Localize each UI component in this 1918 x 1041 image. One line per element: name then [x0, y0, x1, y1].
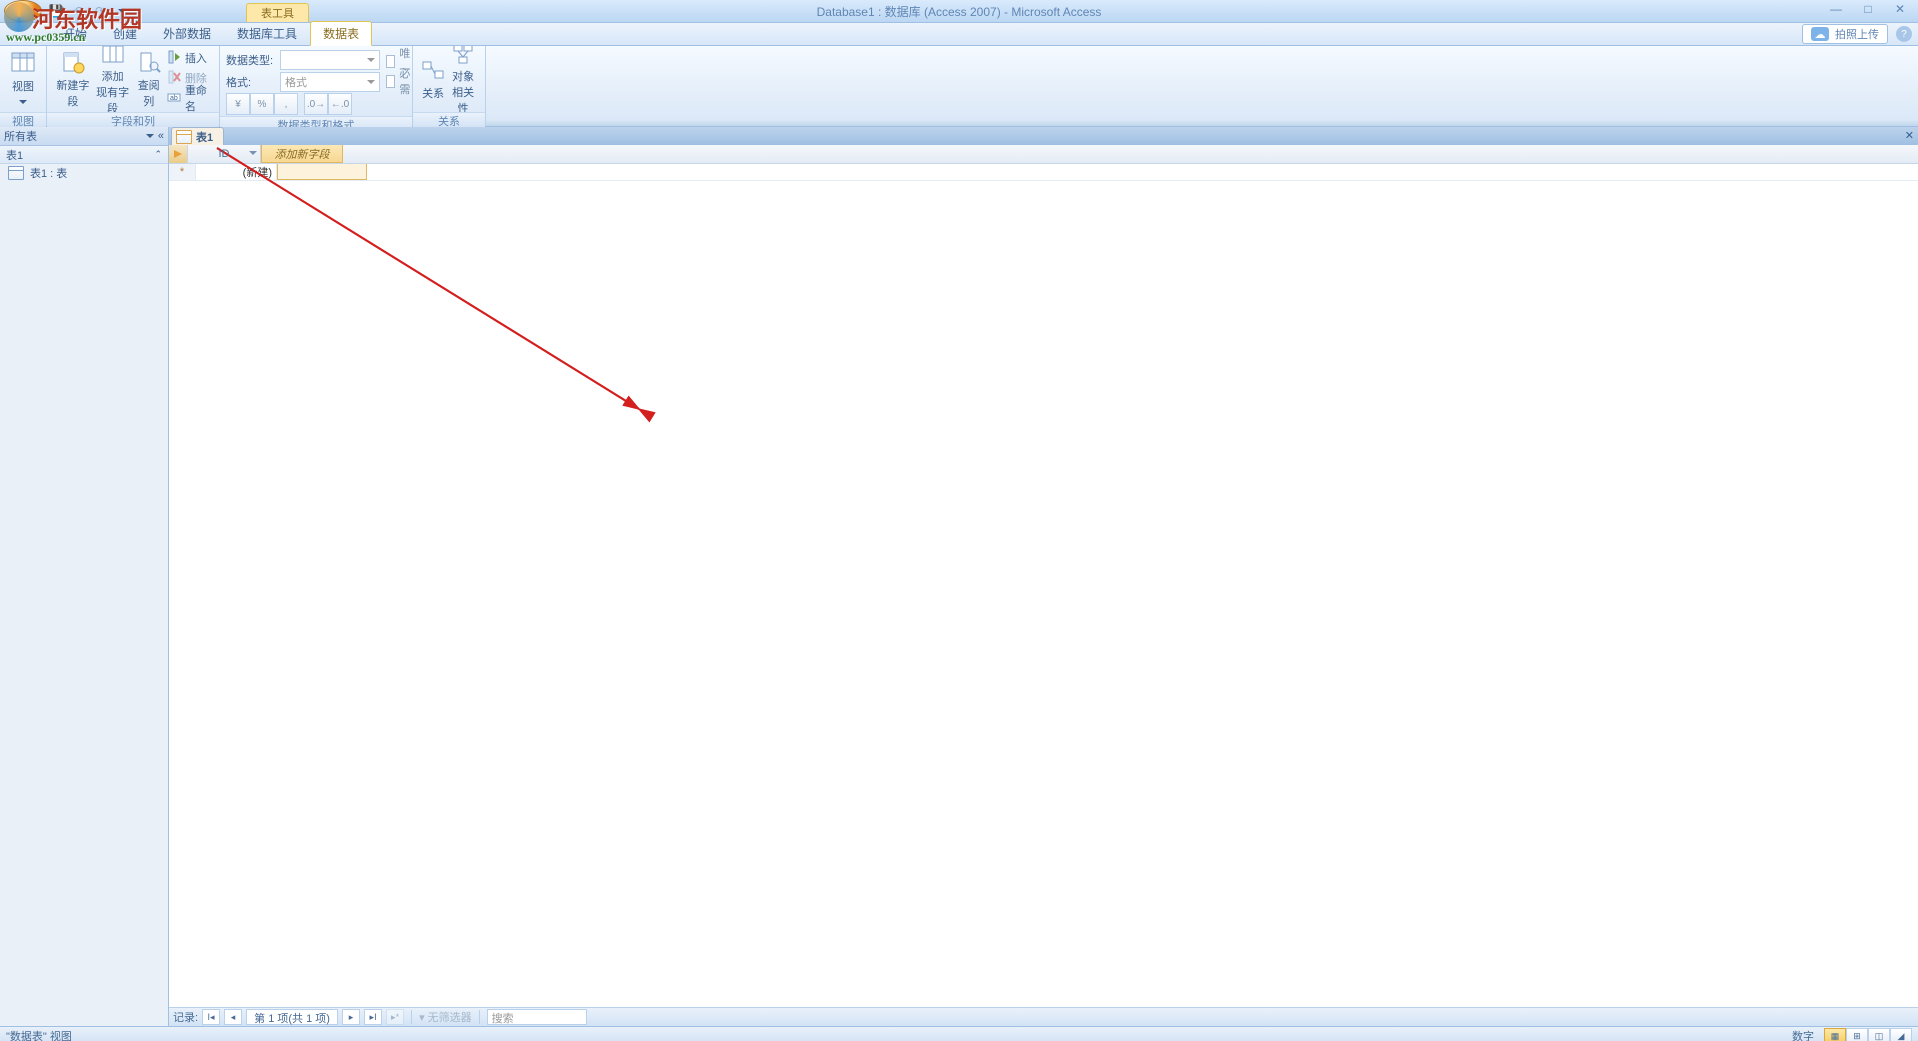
maximize-button[interactable]: □ [1854, 0, 1882, 18]
select-all-cell[interactable] [169, 145, 188, 163]
navpane-header[interactable]: 所有表 « [0, 127, 168, 146]
table-icon [8, 166, 24, 180]
chevron-down-icon[interactable] [146, 134, 154, 142]
currency-format-button[interactable]: ¥ [226, 93, 250, 115]
status-bar: "数据表" 视图 数字 ▦ ⊞ ◫ ◢ [0, 1026, 1918, 1041]
redo-icon[interactable]: ↷ [92, 3, 108, 19]
increase-decimals-button[interactable]: .0→ [304, 93, 328, 115]
delete-icon [167, 70, 181, 87]
required-checkbox[interactable]: 必需 [386, 72, 414, 90]
row-selector-new[interactable]: * [169, 164, 196, 180]
document-tab-bar: 表1 ✕ [169, 127, 1918, 145]
record-position-input[interactable]: 第 1 项(共 1 项) [246, 1009, 338, 1025]
add-new-field-header[interactable]: 添加新字段 [261, 145, 343, 163]
help-icon[interactable]: ? [1896, 26, 1912, 42]
close-object-button[interactable]: ✕ [1905, 129, 1914, 142]
lookup-icon [136, 49, 162, 75]
datasheet[interactable]: ID 添加新字段 * (新建) [169, 145, 1918, 1007]
undo-icon[interactable]: ↶ [70, 3, 86, 19]
contextual-tab-group: 表工具 [246, 3, 309, 22]
column-header-id[interactable]: ID [188, 145, 261, 163]
datasheet-view-icon [10, 50, 36, 76]
numlock-indicator: 数字 [1792, 1028, 1814, 1041]
cell-id-new[interactable]: (新建) [196, 164, 277, 180]
collapse-icon[interactable]: ⌃ [154, 149, 162, 160]
group-label-relationships: 关系 [413, 112, 485, 128]
data-type-combobox[interactable] [280, 50, 380, 70]
status-view-label: "数据表" 视图 [6, 1028, 72, 1041]
minimize-button[interactable]: — [1822, 0, 1850, 18]
navpane-group-header[interactable]: 表1 ⌃ [0, 146, 168, 164]
document-tab-table1[interactable]: 表1 [171, 127, 224, 145]
record-navigator: 记录: I◂ ◂ 第 1 项(共 1 项) ▸ ▸I ▸* ▾ 无筛选器 搜索 [169, 1007, 1918, 1026]
tab-home[interactable]: 开始 [50, 21, 100, 45]
relationships-icon [420, 57, 446, 83]
lookup-column-button[interactable]: 查阅列 [132, 48, 165, 110]
filter-icon: ▾ [419, 1011, 425, 1024]
new-record-button[interactable]: ▸* [386, 1009, 404, 1025]
insert-button[interactable]: 插入 [167, 48, 213, 68]
tab-datasheet[interactable]: 数据表 [310, 21, 372, 46]
decrease-decimals-button[interactable]: ←.0 [328, 93, 352, 115]
close-button[interactable]: ✕ [1886, 0, 1914, 18]
datasheet-view-switch[interactable]: ▦ [1824, 1028, 1846, 1041]
ribbon-tab-strip: 开始 创建 外部数据 数据库工具 数据表 ☁ 拍照上传 ? [0, 23, 1918, 46]
data-type-label: 数据类型: [226, 52, 278, 68]
tab-external-data[interactable]: 外部数据 [150, 21, 224, 45]
design-view-switch[interactable]: ◢ [1890, 1028, 1912, 1041]
relationships-button[interactable]: 关系 [419, 48, 447, 110]
next-record-button[interactable]: ▸ [342, 1009, 360, 1025]
column-dropdown-icon[interactable] [249, 151, 257, 159]
chevron-down-icon [19, 100, 27, 108]
prev-record-button[interactable]: ◂ [224, 1009, 242, 1025]
delete-button[interactable]: 删除 [167, 68, 213, 88]
rename-button[interactable]: ab 重命名 [167, 88, 213, 108]
save-icon[interactable]: 💾 [48, 3, 64, 19]
format-combobox[interactable]: 格式 [280, 72, 380, 92]
group-label-view: 视图 [0, 112, 46, 128]
navigation-pane: 所有表 « 表1 ⌃ 表1 : 表 [0, 127, 169, 1026]
comma-format-button[interactable]: , [274, 93, 298, 115]
tab-database-tools[interactable]: 数据库工具 [224, 21, 310, 45]
group-label-fields: 字段和列 [47, 112, 219, 128]
shutter-collapse-icon[interactable]: « [158, 130, 164, 142]
record-label: 记录: [173, 1009, 198, 1025]
navpane-item-table1[interactable]: 表1 : 表 [0, 164, 168, 182]
last-record-button[interactable]: ▸I [364, 1009, 382, 1025]
cell-add-field[interactable] [277, 164, 367, 180]
document-area: 表1 ✕ ID 添加新字段 [169, 127, 1918, 1026]
format-label: 格式: [226, 74, 278, 90]
pivottable-view-switch[interactable]: ⊞ [1846, 1028, 1868, 1041]
view-button[interactable]: 视图 [6, 48, 40, 110]
first-record-button[interactable]: I◂ [202, 1009, 220, 1025]
object-dependencies-button[interactable]: 对象 相关性 [447, 48, 479, 110]
qat-dropdown-icon[interactable] [114, 3, 130, 19]
new-field-icon [60, 49, 86, 75]
tab-create[interactable]: 创建 [100, 21, 150, 45]
office-button[interactable] [4, 0, 42, 22]
table-row[interactable]: * (新建) [169, 164, 1918, 181]
filter-indicator[interactable]: ▾ 无筛选器 [419, 1009, 472, 1025]
percent-format-button[interactable]: % [250, 93, 274, 115]
add-existing-fields-button[interactable]: 添加 现有字段 [93, 48, 133, 110]
table-icon [176, 130, 192, 144]
record-search-input[interactable]: 搜索 [487, 1009, 587, 1025]
cloud-icon: ☁ [1811, 27, 1829, 41]
title-bar: 💾 ↶ ↷ 表工具 Database1 : 数据库 (Access 2007) … [0, 0, 1918, 23]
svg-text:ab: ab [170, 95, 178, 102]
ribbon: 视图 视图 新建字段 添加 现有字段 [0, 46, 1918, 127]
rename-icon: ab [167, 90, 181, 107]
quick-access-toolbar: 💾 ↶ ↷ [48, 3, 130, 19]
pivotchart-view-switch[interactable]: ◫ [1868, 1028, 1890, 1041]
insert-icon [167, 50, 181, 67]
new-field-button[interactable]: 新建字段 [53, 48, 93, 110]
upload-button[interactable]: ☁ 拍照上传 [1802, 24, 1888, 44]
